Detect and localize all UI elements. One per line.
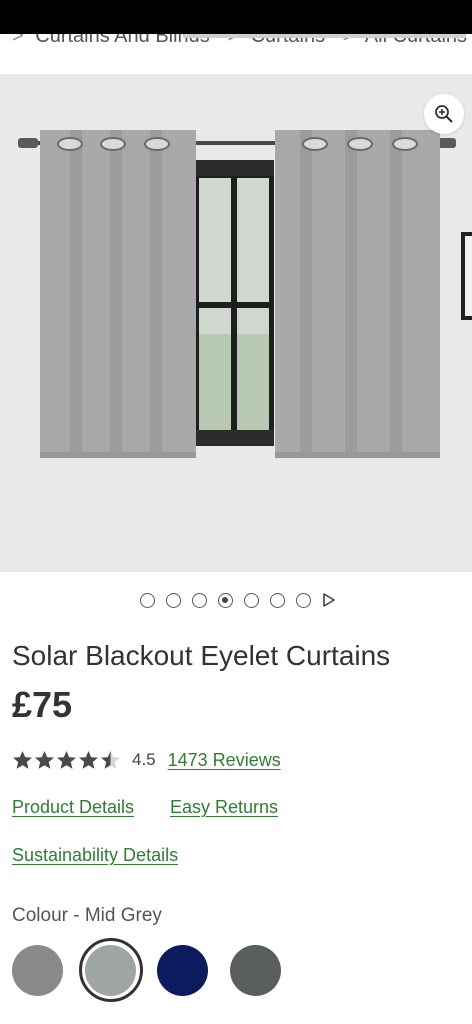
product-details-link[interactable]: Product Details [12,797,134,818]
easy-returns-link[interactable]: Easy Returns [170,797,278,818]
status-bar [0,0,472,34]
zoom-button[interactable] [424,94,464,134]
pager-dot-6[interactable] [270,592,285,608]
colour-swatch-navy[interactable] [157,945,208,996]
rating-row: 4.5 1473 Reviews [12,748,281,772]
star-full-icon [35,751,54,769]
colour-label: Colour - Mid Grey [12,905,162,926]
pager-dot-5[interactable] [244,592,259,608]
product-title: Solar Blackout Eyelet Curtains [12,640,391,671]
breadcrumb-bar: > Curtains And Blinds > Curtains > All C… [0,34,472,74]
colour-swatch-mid-grey[interactable] [85,945,136,996]
pager-dot-4[interactable] [218,592,233,608]
pager-dot-7[interactable] [296,592,311,608]
next-image-button[interactable] [322,592,336,608]
pager-dot-3[interactable] [192,592,207,608]
star-half-icon [101,751,120,769]
product-image-gallery[interactable] [0,74,472,572]
reviews-link[interactable]: 1473 Reviews [168,750,281,771]
colour-swatch-grey[interactable] [12,945,63,996]
star-rating [12,750,122,770]
star-full-icon [13,751,32,769]
star-full-icon [57,751,76,769]
star-full-icon [79,751,98,769]
colour-swatch-charcoal[interactable] [230,945,281,996]
pager-dot-2[interactable] [166,592,181,608]
image-pager [140,591,336,609]
play-next-icon [323,593,335,607]
breadcrumb-separator: > [12,34,24,47]
breadcrumb-scroll-indicator [183,34,466,38]
zoom-in-icon [435,105,453,123]
product-price: £75 [12,684,73,725]
product-image [0,74,472,572]
rating-value: 4.5 [132,750,156,769]
sustainability-details-link[interactable]: Sustainability Details [12,845,178,866]
pager-dot-1[interactable] [140,592,155,608]
